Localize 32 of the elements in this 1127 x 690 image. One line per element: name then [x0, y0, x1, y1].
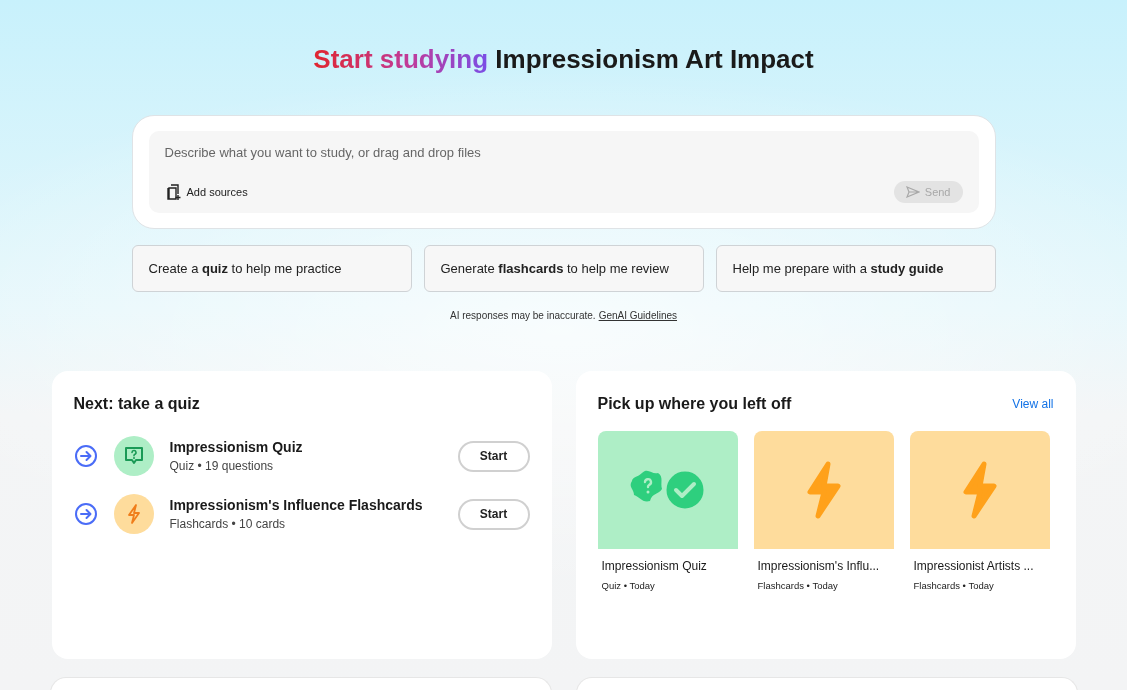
- tile-thumbnail[interactable]: [753, 431, 894, 549]
- tile-thumbnail[interactable]: [909, 431, 1050, 549]
- arrow-circle-icon[interactable]: [73, 444, 98, 468]
- item-icon: [113, 494, 154, 534]
- tile-meta: Quiz • Today: [601, 580, 656, 591]
- tile-title[interactable]: Impressionism's Influ...: [757, 559, 890, 573]
- guidelines-link[interactable]: GenAI Guidelines: [598, 310, 677, 321]
- prompt-field[interactable]: Describe what you want to study, or drag and drop files: [164, 145, 963, 160]
- item-icon: [113, 436, 154, 476]
- item-meta: Quiz • 19 questions: [169, 459, 275, 473]
- item-title[interactable]: Impressionism Quiz: [169, 439, 458, 455]
- tile-meta: Flashcards • Today: [757, 580, 839, 591]
- tile-thumbnail[interactable]: [597, 431, 738, 549]
- suggestion-button[interactable]: Create a quiz to help me practice: [131, 245, 412, 292]
- suggestion-button[interactable]: Help me prepare with a study guide: [715, 245, 996, 292]
- item-meta: Flashcards • 10 cards: [169, 517, 287, 531]
- tile-title[interactable]: Impressionist Artists ...: [913, 559, 1046, 573]
- card-title: Pick up where you left off: [597, 395, 792, 413]
- add-file-icon: [164, 183, 183, 201]
- card-title: Next: take a quiz: [73, 395, 201, 413]
- arrow-circle-icon[interactable]: [73, 502, 98, 526]
- suggestion-button[interactable]: Generate flashcards to help me review: [423, 245, 704, 292]
- tile-title[interactable]: Impressionism Quiz: [601, 559, 734, 573]
- page-heading: Start studying Impressionism Art Impact: [313, 44, 814, 75]
- send-icon: [905, 186, 920, 198]
- item-title[interactable]: Impressionism's Influence Flashcards: [169, 497, 458, 513]
- tile-meta: Flashcards • Today: [913, 580, 995, 591]
- add-sources-button[interactable]: Add sources: [164, 183, 248, 201]
- start-button[interactable]: Start: [457, 440, 530, 472]
- disclaimer-text: AI responses may be inaccurate.: [450, 310, 596, 321]
- view-all-link[interactable]: View all: [1012, 397, 1054, 411]
- start-button[interactable]: Start: [457, 498, 530, 530]
